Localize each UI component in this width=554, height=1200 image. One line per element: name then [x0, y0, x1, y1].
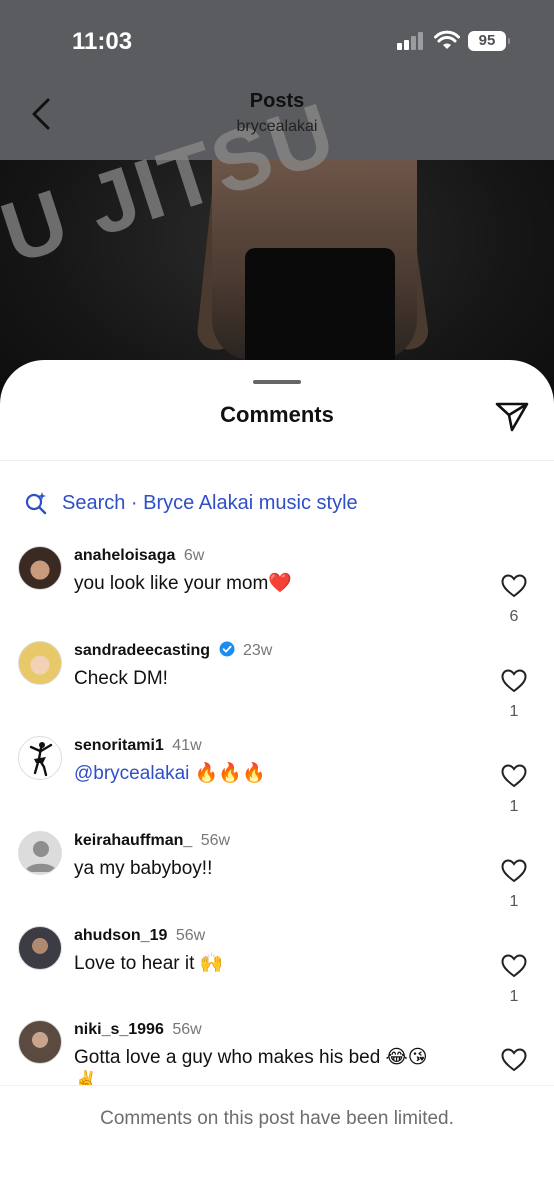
avatar[interactable] — [18, 1020, 62, 1064]
dancer-silhouette-icon — [29, 742, 53, 777]
wifi-icon — [434, 30, 460, 49]
comment-age: 56w — [175, 927, 206, 944]
avatar[interactable] — [18, 926, 62, 970]
heart-icon[interactable] — [501, 954, 527, 978]
comment-item: anaheloisaga 6w you look like your mom❤️… — [0, 546, 554, 638]
search-suggestion[interactable]: Search · Bryce Alakai music style — [24, 490, 358, 516]
comment-text: @brycealakai 🔥🔥🔥 — [74, 762, 266, 786]
comment-text: you look like your mom❤️ — [74, 573, 292, 594]
avatar[interactable] — [18, 831, 62, 875]
comment-username[interactable]: anaheloisaga — [74, 547, 175, 564]
default-user-icon — [25, 841, 57, 872]
comments-limited-text: Comments on this post have been limited. — [100, 1108, 454, 1129]
verified-badge-icon — [219, 641, 235, 657]
battery-icon: 95 — [468, 31, 510, 51]
page-title: Posts — [249, 90, 305, 112]
comment-emoji-text: 🔥🔥🔥 — [194, 763, 266, 784]
like-count: 1 — [509, 893, 519, 910]
comment-text: ya my babyboy!! — [74, 858, 213, 879]
heart-icon[interactable] — [501, 574, 527, 598]
sheet-divider — [0, 460, 554, 461]
comment-age: 56w — [172, 1021, 202, 1038]
heart-icon[interactable] — [501, 1048, 527, 1072]
comment-item: sandradeecasting 23w Check DM! 1 — [0, 641, 554, 733]
comment-age: 6w — [183, 547, 205, 564]
like-count: 1 — [509, 703, 519, 720]
comment-item: keirahauffman_ 56w ya my babyboy!! 1 — [0, 831, 554, 923]
share-send-icon[interactable] — [494, 398, 530, 434]
drag-handle[interactable] — [253, 380, 301, 384]
status-time: 11:03 — [72, 28, 133, 55]
like-count: 1 — [509, 798, 519, 815]
avatar[interactable] — [18, 546, 62, 590]
comment-text: Check DM! — [74, 668, 168, 689]
status-bar: 11:03 95 — [0, 0, 554, 80]
comment-text: Gotta love a guy who makes his bed 😂😘 — [74, 1047, 428, 1068]
comment-text: Love to hear it 🙌 — [74, 953, 224, 974]
comment-username[interactable]: ahudson_19 — [74, 927, 167, 944]
search-suggestion-text: Search · Bryce Alakai music style — [62, 491, 358, 514]
comment-username[interactable]: sandradeecasting — [74, 642, 210, 659]
avatar[interactable] — [18, 736, 62, 780]
comment-username[interactable]: senoritami1 — [74, 737, 164, 754]
comment-age: 56w — [200, 832, 231, 849]
avatar[interactable] — [18, 641, 62, 685]
comment-age: 23w — [242, 642, 273, 659]
photo-shorts — [245, 248, 395, 368]
like-count: 1 — [509, 988, 519, 1005]
heart-icon[interactable] — [501, 859, 527, 883]
comment-mention-link[interactable]: @brycealakai — [74, 763, 189, 784]
page-subtitle-username[interactable]: brycealakai — [0, 118, 554, 136]
comments-title: Comments — [220, 402, 334, 427]
comment-item: ahudson_19 56w Love to hear it 🙌 1 — [0, 926, 554, 1018]
heart-icon[interactable] — [501, 764, 527, 788]
like-count: 6 — [509, 608, 519, 625]
comment-item: senoritami1 41w @brycealakai 🔥🔥🔥 1 — [0, 736, 554, 828]
heart-icon[interactable] — [501, 669, 527, 693]
cellular-signal-icon — [397, 32, 425, 50]
comment-username[interactable]: keirahauffman_ — [74, 832, 192, 849]
comments-sheet: Comments Search · Bryce Alakai music sty… — [0, 360, 554, 1200]
comments-limited-footer: Comments on this post have been limited. — [0, 1085, 554, 1200]
comment-username[interactable]: niki_s_1996 — [74, 1021, 164, 1038]
comment-age: 41w — [172, 737, 202, 754]
search-sparkle-icon — [25, 492, 47, 515]
